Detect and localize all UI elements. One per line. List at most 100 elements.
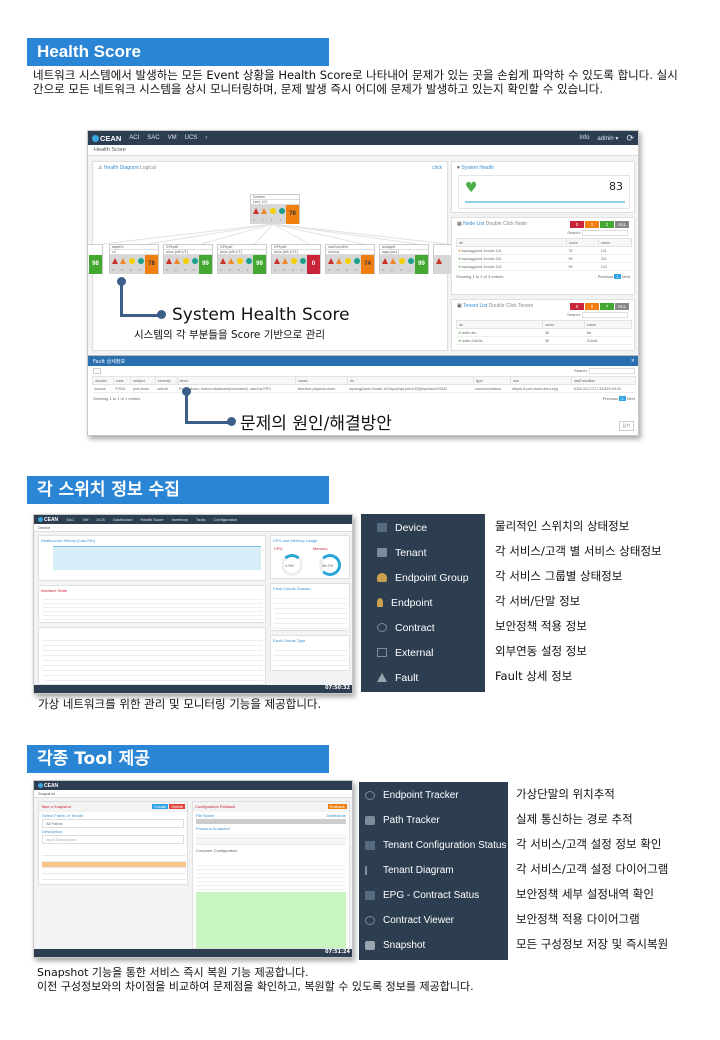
app-topbar: CEAN ACI SAC VM UCS › Info admin ▾ ⟳ [88, 131, 638, 145]
device-detail-panel [38, 627, 266, 685]
health-node[interactable]: l1PhysIf phys-[eth1/3] 0 0 0 2 99 [163, 244, 213, 274]
menu-item-endpoint[interactable]: Endpoint [361, 590, 485, 615]
menu-item-endpoint-group[interactable]: Endpoint Group [361, 565, 485, 590]
callout-line [120, 314, 160, 317]
config-diff-added [196, 892, 346, 948]
section-title-tools: 각종 Tool 제공 [27, 745, 329, 773]
page-1-button[interactable]: 1 [614, 274, 621, 279]
warning-icon [138, 258, 144, 264]
next-link[interactable]: Next [622, 274, 630, 279]
filter-critical-button[interactable]: 0 [570, 303, 584, 310]
filter-all-button[interactable]: ALL [615, 221, 629, 228]
previous-link[interactable]: Previous [603, 396, 619, 401]
menu-item-endpoint-tracker[interactable]: Endpoint Tracker [359, 783, 508, 808]
description-input[interactable]: Input Description [42, 835, 184, 844]
minor-icon [291, 258, 297, 264]
nav-ucs[interactable]: UCS [96, 517, 104, 522]
menu-item-tenant-configuration-status[interactable]: Tenant Configuration Status [359, 833, 508, 858]
list-icon: ▦ [457, 221, 462, 227]
health-node[interactable]: pcAggrIf aggr-[po1] 0 0 0 1 99 [379, 244, 429, 274]
fault-search-input[interactable] [589, 368, 635, 374]
next-link[interactable]: Next [627, 396, 635, 401]
health-node[interactable]: l1PhysIf phys-[eth1/13] 1 0 0 0 0 [271, 244, 321, 274]
nav-vm[interactable]: VM [168, 135, 177, 141]
menu-item-snapshot[interactable]: Snapshot [359, 933, 508, 958]
minor-icon [270, 208, 276, 214]
rollback-button[interactable]: Rollback [327, 804, 347, 809]
warning-icon [246, 258, 252, 264]
filter-ok-button[interactable]: 2 [600, 221, 614, 228]
nav-aci[interactable]: ACI [129, 135, 139, 141]
menu-item-external[interactable]: External [361, 640, 485, 665]
refresh-icon[interactable]: ⟳ [626, 133, 634, 144]
nav-vm[interactable]: VM [82, 517, 88, 522]
nav-tools[interactable]: Tools [196, 517, 205, 522]
callout-root-cause: 문제의 원인/해결방안 [240, 414, 392, 434]
tools-caption-line-1: Snapshot 기능을 통한 서비스 즉시 복원 기능 제공합니다. [37, 966, 309, 979]
filter-all-button[interactable]: ALL [615, 303, 629, 310]
columns-toggle-button[interactable] [93, 368, 101, 374]
filter-critical-button[interactable]: 0 [570, 221, 584, 228]
health-node[interactable]: l1PhysIf phys-[eth1/7] 0 0 0 1 99 [217, 244, 267, 274]
page-1-button[interactable]: 1 [619, 396, 626, 401]
health-node[interactable]: 98 [88, 244, 103, 274]
selected-snapshot-row[interactable] [42, 862, 186, 867]
create-button[interactable]: Create [152, 804, 169, 809]
previous-link[interactable]: Previous [598, 274, 614, 279]
node-list-table: dn score name ♥ topology/pod-1/node-101 78 1… [455, 238, 632, 271]
close-icon[interactable]: × [631, 358, 635, 364]
table-row[interactable]: ♥ uni/tn-iks 98 iks [456, 328, 632, 337]
health-node-root[interactable]: System Leaf_101 1 1 1 1 78 [250, 194, 300, 224]
list-icon: ▣ [457, 303, 462, 309]
close-button[interactable]: 닫기 [618, 421, 634, 431]
snapshot-table[interactable] [42, 850, 186, 882]
table-row[interactable]: ♥ topology/pod-1/node-201 99 201 [456, 254, 632, 263]
previous-snapshot-table[interactable] [196, 833, 346, 845]
delete-button[interactable]: Delete [169, 804, 185, 809]
menu-item-contract-viewer[interactable]: Contract Viewer [359, 908, 508, 933]
nav-more[interactable]: › [205, 135, 207, 141]
user-menu[interactable]: admin ▾ [597, 135, 618, 142]
nav-configuration[interactable]: Configuration [213, 517, 237, 522]
menu-item-tenant[interactable]: Tenant [361, 540, 485, 565]
nav-sac[interactable]: SAC [66, 517, 74, 522]
menu-item-path-tracker[interactable]: Path Tracker [359, 808, 508, 833]
filter-warning-button[interactable]: 1 [585, 221, 599, 228]
nav-health-score[interactable]: Health Score [140, 517, 163, 522]
menu-item-tenant-diagram[interactable]: Tenant Diagram [359, 858, 508, 883]
nav-sac[interactable]: SAC [147, 135, 159, 141]
heart-icon: ♥ [465, 180, 478, 196]
nav-inventory[interactable]: Inventory [172, 517, 188, 522]
info-link[interactable]: Info [579, 135, 589, 141]
table-row[interactable]: ♥ uni/tn-CiArAL 98 CiArAL [456, 336, 632, 345]
nav-dashboard[interactable]: Dashboard [113, 517, 133, 522]
minor-icon [399, 258, 405, 264]
tenant-search-input[interactable] [582, 312, 628, 318]
filter-warning-button[interactable]: 0 [585, 303, 599, 310]
menu-item-fault[interactable]: Fault [361, 665, 485, 690]
warning-icon [354, 258, 360, 264]
feature-desc-endpoint: 각 서버/단말 정보 [495, 594, 581, 608]
menu-item-epg-contract-status[interactable]: EPG - Contract Satus [359, 883, 508, 908]
fabric-tenant-select[interactable]: All Fabric [42, 819, 184, 828]
health-node[interactable]: eqptCh ch 0 0 0 0 78 [109, 244, 159, 274]
nav-ucs[interactable]: UCS [185, 135, 198, 141]
sitemap-icon [365, 866, 375, 875]
health-node[interactable]: nwsConnEnt comng 0 0 0 0 74 [325, 244, 375, 274]
warning-icon [377, 673, 387, 682]
tenant-list-table: dn score name ♥ uni/tn-iks 98 iks ♥ uni/tn-C… [455, 320, 632, 345]
node-search-input[interactable] [582, 230, 628, 236]
config-diff-unchanged [196, 862, 346, 892]
table-row[interactable]: access F0532 port-down critical Port is down… [92, 384, 636, 393]
table-row[interactable]: ♥ topology/pod-1/node-102 99 102 [456, 262, 632, 271]
menu-item-contract[interactable]: Contract [361, 615, 485, 640]
table-row[interactable]: ♥ topology/pod-1/node-101 78 101 [456, 246, 632, 255]
filter-ok-button[interactable]: 7 [600, 303, 614, 310]
feature-desc-tenant: 각 서비스/고객 별 서비스 상태정보 [495, 544, 662, 558]
major-icon [228, 258, 234, 264]
menu-item-device[interactable]: Device [361, 515, 485, 540]
app-topbar: CEAN [34, 781, 352, 790]
inventory-menu: Device Tenant Endpoint Group Endpoint Co… [361, 514, 485, 692]
users-icon [377, 573, 387, 582]
health-sparkline [465, 201, 625, 203]
